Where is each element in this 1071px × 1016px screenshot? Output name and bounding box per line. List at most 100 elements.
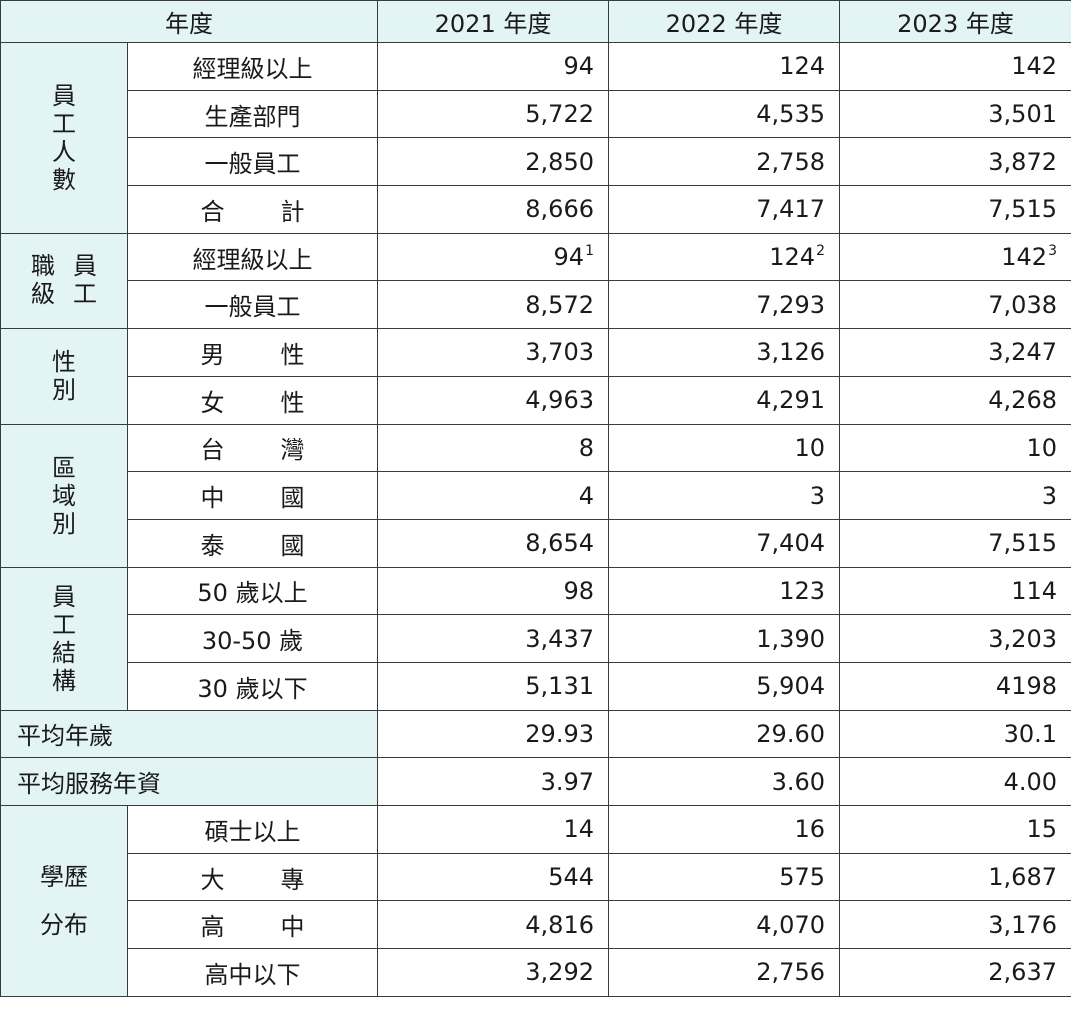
table-row: 平均服務年資 3.97 3.60 4.00 [0, 757, 1071, 806]
table-row: 高中 4,816 4,070 3,176 [1, 900, 1071, 950]
value-2022: 2,758 [608, 137, 840, 187]
value-2022: 16 [608, 805, 840, 854]
row-label: 高中 [127, 900, 378, 950]
footnote-marker: 1 [585, 243, 594, 260]
header-2023: 2023 年度 [839, 0, 1071, 43]
value-2022: 4,291 [608, 375, 840, 425]
value-2023: 15 [839, 805, 1071, 854]
value-2021: 29.93 [377, 709, 609, 759]
row-label: 中國 [127, 471, 378, 520]
table-row: 30 歲以下 5,131 5,904 4198 [1, 661, 1071, 711]
table-row: 一般員工 8,572 7,293 7,038 [1, 280, 1071, 330]
row-label: 經理級以上 [127, 42, 378, 91]
row-label: 生產部門 [127, 89, 378, 139]
value-2021: 4 [377, 471, 609, 520]
value-2021: 3,437 [377, 614, 609, 663]
value-2021: 8 [377, 423, 609, 473]
category-gender: 性別 [0, 328, 128, 425]
value-2022: 5,904 [608, 661, 840, 711]
category-education: 學歷 分布 [0, 805, 128, 997]
table-row: 大專 544 575 1,687 [1, 852, 1071, 902]
table-row: 平均年歲 29.93 29.60 30.1 [0, 709, 1071, 759]
value-2022: 7,293 [608, 280, 840, 330]
table-row: 生產部門 5,722 4,535 3,501 [1, 89, 1071, 139]
value-2023: 7,515 [839, 518, 1071, 568]
value-2023: 1423 [839, 232, 1071, 282]
row-label: 一般員工 [127, 280, 378, 330]
table-row: 高中以下 3,292 2,756 2,637 [1, 948, 1071, 997]
value-2022: 575 [608, 852, 840, 902]
row-label: 經理級以上 [127, 232, 378, 282]
value-2023: 3,247 [839, 328, 1071, 377]
header-row: 年度 2021 年度 2022 年度 2023 年度 [0, 0, 1071, 43]
value-2021: 941 [377, 232, 609, 282]
value-2021: 3.97 [377, 757, 609, 806]
value-2023: 10 [839, 423, 1071, 473]
average-tenure-label: 平均服務年資 [0, 757, 378, 806]
value-2021: 8,666 [377, 185, 609, 234]
footnote-marker: 2 [816, 243, 825, 260]
row-label: 台灣 [127, 423, 378, 473]
table-row: 一般員工 2,850 2,758 3,872 [1, 137, 1071, 187]
footnote-marker: 3 [1048, 243, 1057, 260]
value-2021: 5,722 [377, 89, 609, 139]
value-2022: 123 [608, 566, 840, 616]
table-row: 30-50 歲 3,437 1,390 3,203 [1, 614, 1071, 663]
table-row: 職級員工 經理級以上 941 1242 1423 [0, 232, 1071, 330]
value-2021: 4,816 [377, 900, 609, 950]
value-2022: 2,756 [608, 948, 840, 997]
value-2023: 4.00 [839, 757, 1071, 806]
value-2022: 29.60 [608, 709, 840, 759]
value-2022: 1242 [608, 232, 840, 282]
value-2023: 3 [839, 471, 1071, 520]
value-2021: 3,292 [377, 948, 609, 997]
category-region: 區域別 [0, 423, 128, 568]
value-2022: 4,535 [608, 89, 840, 139]
row-label: 30 歲以下 [127, 661, 378, 711]
value-2021: 14 [377, 805, 609, 854]
value-2023: 1,687 [839, 852, 1071, 902]
header-2022: 2022 年度 [608, 0, 840, 43]
year-header-label: 年度 [0, 0, 378, 43]
table-row: 學歷 分布 碩士以上 14 16 15 [0, 805, 1071, 997]
value-2023: 30.1 [839, 709, 1071, 759]
value-2023: 3,176 [839, 900, 1071, 950]
table-row: 中國 4 3 3 [1, 471, 1071, 520]
value-2022: 4,070 [608, 900, 840, 950]
value-2021: 544 [377, 852, 609, 902]
value-2023: 7,515 [839, 185, 1071, 234]
row-label: 男性 [127, 328, 378, 377]
value-2021: 98 [377, 566, 609, 616]
value-2023: 4,268 [839, 375, 1071, 425]
workforce-table: 年度 2021 年度 2022 年度 2023 年度 員工人數 經理級以上 94… [0, 0, 1071, 997]
table-row: 泰國 8,654 7,404 7,515 [1, 518, 1071, 568]
value-2022: 7,404 [608, 518, 840, 568]
header-2021: 2021 年度 [377, 0, 609, 43]
value-2023: 142 [839, 42, 1071, 91]
value-2022: 3 [608, 471, 840, 520]
value-2023: 4198 [839, 661, 1071, 711]
value-2022: 124 [608, 42, 840, 91]
value-2023: 7,038 [839, 280, 1071, 330]
value-2021: 4,963 [377, 375, 609, 425]
value-2021: 2,850 [377, 137, 609, 187]
row-label: 大專 [127, 852, 378, 902]
value-2021: 5,131 [377, 661, 609, 711]
value-2023: 2,637 [839, 948, 1071, 997]
value-2022: 10 [608, 423, 840, 473]
value-2022: 1,390 [608, 614, 840, 663]
category-job-level: 職級員工 [0, 232, 128, 330]
value-2021: 3,703 [377, 328, 609, 377]
table-row: 員工人數 經理級以上 94 124 142 [0, 42, 1071, 234]
row-label: 合計 [127, 185, 378, 234]
value-2022: 3,126 [608, 328, 840, 377]
average-age-label: 平均年歲 [0, 709, 378, 759]
value-2023: 3,872 [839, 137, 1071, 187]
table-row: 區域別 台灣 8 10 10 [0, 423, 1071, 568]
row-label: 高中以下 [127, 948, 378, 997]
value-2022: 3.60 [608, 757, 840, 806]
category-age-structure: 員工結構 [0, 566, 128, 711]
value-2021: 94 [377, 42, 609, 91]
row-label: 30-50 歲 [127, 614, 378, 663]
table-row: 員工結構 50 歲以上 98 123 114 [0, 566, 1071, 711]
